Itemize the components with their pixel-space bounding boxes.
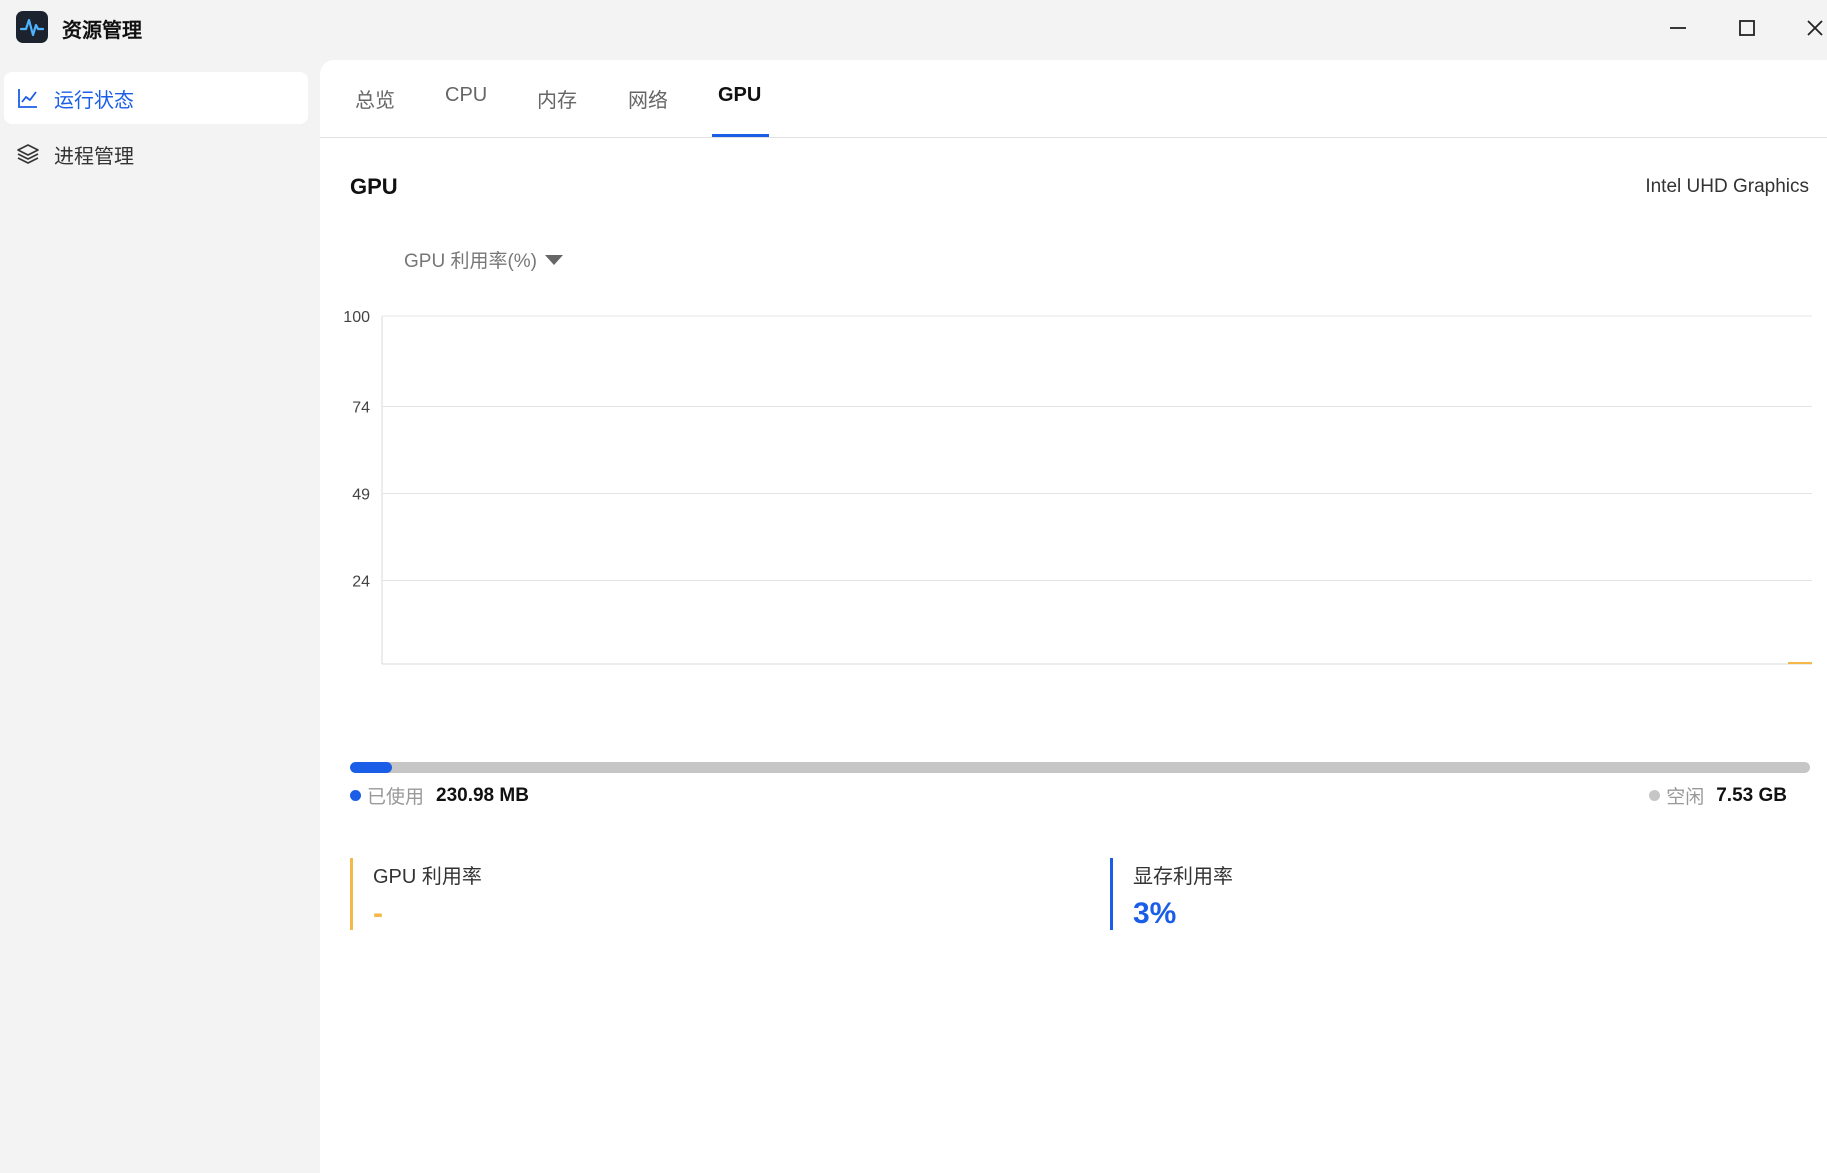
sidebar-item-label: 进程管理	[54, 145, 134, 168]
close-icon	[1807, 20, 1823, 36]
tab-cpu[interactable]: CPU	[445, 84, 487, 138]
memory-used-fill	[350, 762, 393, 773]
memory-free-label: 空闲	[1666, 787, 1705, 808]
main-panel: 总览 CPU 内存 网络 GPU GPU Intel UHD Graphics …	[320, 60, 1827, 1173]
maximize-button[interactable]	[1729, 10, 1765, 46]
gpu-usage-chart: 100 74 49 24	[343, 309, 1812, 665]
close-button[interactable]	[1797, 10, 1827, 46]
vram-util-value: 3%	[1133, 897, 1177, 930]
free-dot-icon	[1649, 790, 1661, 801]
window-title: 资源管理	[62, 20, 142, 42]
active-tab-indicator	[712, 134, 769, 137]
y-tick-label: 74	[352, 399, 370, 416]
tab-overview[interactable]: 总览	[355, 84, 395, 138]
tab-network[interactable]: 网络	[628, 84, 668, 138]
metric-dropdown[interactable]: GPU 利用率(%)	[404, 246, 564, 273]
title-bar: 资源管理	[0, 0, 1827, 56]
memory-used-label: 已使用	[367, 787, 425, 808]
y-tick-label: 49	[352, 486, 370, 503]
gpu-util-label: GPU 利用率	[373, 866, 482, 888]
memory-free-legend: 空闲 7.53 GB	[1649, 782, 1787, 809]
layers-icon	[16, 141, 42, 167]
line-chart-icon	[16, 85, 42, 111]
memory-free-value: 7.53 GB	[1716, 784, 1787, 806]
memory-used-legend: 已使用 230.98 MB	[350, 782, 529, 809]
gpu-util-value: -	[373, 897, 383, 930]
tab-bar: 总览 CPU 内存 网络 GPU	[320, 60, 1827, 138]
section-title: GPU	[350, 174, 398, 199]
sidebar-item-processes[interactable]: 进程管理	[4, 128, 308, 180]
minimize-button[interactable]	[1660, 10, 1696, 46]
tab-gpu[interactable]: GPU	[718, 84, 761, 138]
y-tick-label: 100	[343, 309, 370, 326]
gpu-device-name: Intel UHD Graphics	[1645, 176, 1809, 197]
vram-util-stat: 显存利用率 3%	[1110, 858, 1233, 930]
memory-usage-bar	[350, 762, 1810, 773]
metric-dropdown-label: GPU 利用率(%)	[404, 251, 538, 272]
maximize-icon	[1739, 20, 1755, 36]
sidebar-item-status[interactable]: 运行状态	[4, 72, 308, 124]
tab-memory[interactable]: 内存	[537, 84, 577, 138]
used-dot-icon	[350, 790, 361, 801]
gpu-util-stat: GPU 利用率 -	[350, 858, 482, 930]
pulse-icon	[16, 11, 48, 43]
vram-util-label: 显存利用率	[1133, 866, 1233, 888]
sidebar-item-label: 运行状态	[54, 89, 134, 112]
memory-used-value: 230.98 MB	[436, 784, 529, 806]
caret-down-icon	[545, 254, 564, 265]
minimize-icon	[1670, 27, 1686, 29]
y-tick-label: 24	[352, 573, 370, 590]
